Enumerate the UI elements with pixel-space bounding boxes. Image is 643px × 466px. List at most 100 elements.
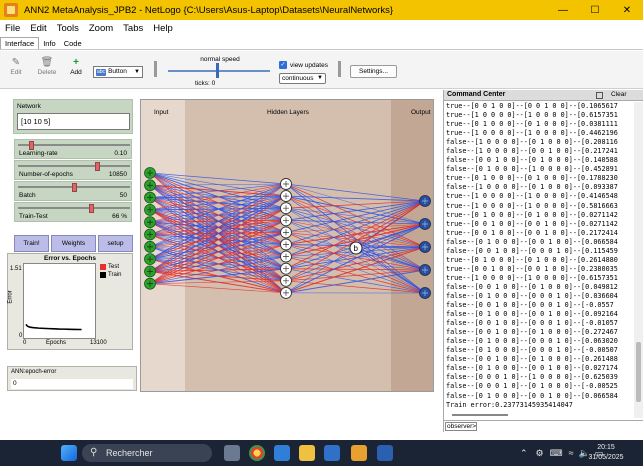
- update-mode-select[interactable]: continuous ▼: [279, 73, 326, 84]
- menu-zoom[interactable]: Zoom: [84, 23, 118, 34]
- command-center: Command Center Clear true--[0 0 1 0 0]--…: [443, 90, 643, 432]
- x-tick-label: 0: [23, 340, 27, 346]
- slider-handle[interactable]: [28, 141, 34, 150]
- clock-time: 20:15: [597, 444, 615, 451]
- scrollbar-thumb[interactable]: [452, 414, 508, 416]
- network-label: Network: [17, 103, 41, 110]
- store-icon[interactable]: [324, 445, 340, 461]
- chevron-up-icon[interactable]: ⌃: [520, 448, 528, 459]
- tab-bar: Interface Info Code: [0, 37, 643, 50]
- toolbar: ✎ Edit 🗑 Delete + Add abc Button ▼ norma…: [0, 51, 643, 89]
- plot-legend: Test Train: [100, 264, 121, 280]
- tab-code[interactable]: Code: [60, 38, 86, 49]
- output-line: false--[0 1 0 0 0]--[0 0 1 0 0]--[0.0271…: [446, 364, 618, 373]
- keyboard-icon[interactable]: ⌨: [550, 448, 563, 459]
- slider-value: 66 %: [112, 213, 127, 220]
- view-updates-checkbox[interactable]: ✓ view updates: [279, 61, 328, 69]
- hidden-layers-label: Hidden Layers: [267, 109, 310, 116]
- speed-slider-track[interactable]: [168, 70, 270, 72]
- menu-tabs[interactable]: Tabs: [118, 23, 148, 34]
- command-input-row: observer>: [444, 420, 643, 431]
- view-updates-label: view updates: [290, 61, 328, 69]
- slider-label: Train-Test: [19, 213, 48, 220]
- windows-start-icon[interactable]: [61, 445, 77, 461]
- add-button[interactable]: + Add: [64, 57, 88, 76]
- task-view-icon[interactable]: [224, 445, 240, 461]
- command-center-header: Command Center Clear: [444, 90, 643, 101]
- output-line: false--[0 1 0 0 0]--[0 0 0 1 0]--[0.0366…: [446, 291, 618, 300]
- delete-button[interactable]: 🗑 Delete: [35, 57, 59, 76]
- number-of-epochs-slider[interactable]: Number-of-epochs 10850: [14, 160, 132, 180]
- minimize-icon[interactable]: —: [547, 0, 579, 20]
- edit-button-label: Edit: [10, 69, 22, 76]
- train-test-slider[interactable]: Train-Test 66 %: [14, 202, 132, 222]
- output-line: false--[1 0 0 0 0]--[0 0 1 0 0]--[0.2172…: [446, 147, 618, 156]
- button-widget-icon: abc: [96, 68, 107, 76]
- command-output: true--[0 0 1 0 0]--[0 0 1 0 0]--[0.10656…: [446, 102, 632, 410]
- error-vs-epochs-plot: Error vs. Epochs 1.51 0 Error 0 Epochs 1…: [7, 253, 133, 350]
- x-axis-label: Epochs: [46, 340, 67, 346]
- close-icon[interactable]: ✕: [611, 0, 643, 20]
- train-button[interactable]: Train!: [14, 235, 49, 252]
- chevron-down-icon: ▼: [317, 75, 323, 81]
- tab-info[interactable]: Info: [39, 38, 60, 49]
- search-placeholder: Rechercher: [106, 448, 153, 458]
- legend-item-test: Test: [100, 264, 121, 270]
- menu-tools[interactable]: Tools: [52, 23, 84, 34]
- y-tick-label: 1.51: [10, 266, 22, 272]
- plot-canvas: [23, 263, 96, 339]
- slider-handle[interactable]: [71, 183, 77, 192]
- netlogo-taskbar-icon[interactable]: [351, 445, 367, 461]
- legend-swatch: [100, 264, 106, 270]
- monitor-label: ANN:epoch-error: [11, 369, 57, 375]
- network-input[interactable]: [10 10 5]: [17, 113, 130, 130]
- slider-track: [18, 207, 130, 209]
- widget-type-value: Button: [108, 68, 127, 75]
- output-line: false--[0 1 0 0 0]--[0 0 1 0 0]--[0.0665…: [446, 391, 618, 400]
- learning-rate-slider[interactable]: Learning-rate 0.10: [14, 139, 132, 159]
- output-line: false--[0 0 1 0 0]--[0 1 0 0 0]--[0.2724…: [446, 328, 618, 337]
- output-line: false--[0 0 0 1 0]--[1 0 0 0 0]--[0.6250…: [446, 373, 618, 382]
- trash-icon: 🗑: [40, 57, 54, 68]
- clear-button[interactable]: Clear: [611, 91, 627, 98]
- word-icon[interactable]: [377, 445, 393, 461]
- menu-edit[interactable]: Edit: [25, 23, 51, 34]
- horizontal-scrollbar[interactable]: [446, 412, 632, 418]
- edge-icon[interactable]: [274, 445, 290, 461]
- title-bar: ANN2 MetaAnalysis_JPB2 - NetLogo {C:\Use…: [0, 0, 643, 20]
- output-line: false--[0 1 0 0 0]--[0 0 0 1 0]--[0.0630…: [446, 337, 618, 346]
- network-input-widget: Network [10 10 5]: [13, 99, 133, 134]
- slider-value: 10850: [108, 171, 127, 178]
- taskbar-clock[interactable]: 20:15 31/05/2025: [584, 443, 628, 463]
- slider-handle[interactable]: [88, 204, 94, 213]
- file-explorer-icon[interactable]: [299, 445, 315, 461]
- maximize-icon[interactable]: ☐: [579, 0, 611, 20]
- world-view[interactable]: Input Hidden Layers Output b: [140, 99, 434, 392]
- settings-button[interactable]: Settings...: [350, 65, 397, 78]
- observer-select[interactable]: observer>: [445, 422, 477, 431]
- settings-icon[interactable]: ⚙: [536, 448, 544, 459]
- output-line: false--[0 1 0 0 0]--[0 0 1 0 0]--[0.0921…: [446, 310, 618, 319]
- setup-button[interactable]: setup: [98, 235, 133, 252]
- chrome-icon[interactable]: [249, 445, 265, 461]
- menu-file[interactable]: File: [0, 23, 25, 34]
- weights-button[interactable]: Weights: [51, 235, 96, 252]
- batch-slider[interactable]: Batch 50: [14, 181, 132, 201]
- slider-handle[interactable]: [95, 162, 101, 171]
- netlogo-app-icon: [4, 3, 18, 17]
- output-line: false--[0 0 1 0 0]--[0 0 0 1 0]--[-0.055…: [446, 301, 614, 310]
- wifi-icon[interactable]: ≈: [569, 448, 574, 458]
- y-tick-label: 0: [19, 333, 23, 339]
- legend-swatch: [100, 272, 106, 278]
- edit-button[interactable]: ✎ Edit: [4, 57, 28, 76]
- vertical-scrollbar[interactable]: [634, 102, 643, 418]
- taskbar-search[interactable]: ⚲ Rechercher: [82, 444, 212, 462]
- widget-type-select[interactable]: abc Button ▼: [93, 66, 143, 78]
- tab-interface[interactable]: Interface: [0, 37, 40, 49]
- speed-slider-handle[interactable]: [216, 63, 219, 78]
- output-line: Train error:0.23773145935414047: [446, 400, 573, 409]
- expand-icon[interactable]: [596, 92, 603, 99]
- scrollbar-thumb[interactable]: [636, 342, 641, 402]
- menu-help[interactable]: Help: [148, 23, 178, 34]
- output-line: true--[1 0 0 0 0]--[1 0 0 0 0]--[0.61573…: [446, 273, 618, 282]
